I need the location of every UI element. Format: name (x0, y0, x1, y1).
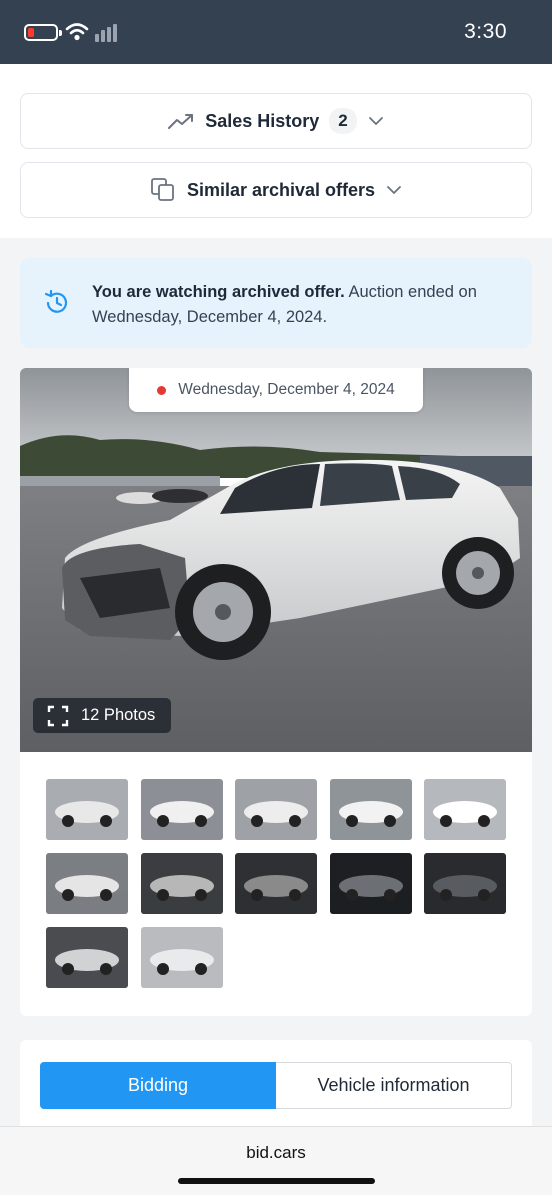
gallery-thumbnail[interactable] (140, 779, 223, 840)
gallery-thumbnail[interactable] (329, 853, 412, 914)
tab-bidding[interactable]: Bidding (40, 1062, 276, 1109)
tab-vehicle-information[interactable]: Vehicle information (276, 1062, 512, 1109)
browser-url: bid.cars (246, 1143, 306, 1162)
battery-icon (24, 24, 62, 41)
similar-offers-label: Similar archival offers (186, 179, 376, 200)
notice-text: You are watching archived offer. Auction… (92, 280, 512, 330)
history-icon (44, 289, 68, 313)
archived-offer-notice: You are watching archived offer. Auction… (20, 258, 532, 348)
gallery-thumbnail[interactable] (329, 779, 412, 840)
fullscreen-icon (47, 705, 69, 726)
auction-ended-dot (157, 385, 167, 395)
browser-url-bar[interactable]: bid.cars (0, 1126, 552, 1195)
sales-history-button[interactable]: Sales History 2 (20, 93, 532, 149)
main-vehicle-photo[interactable]: Wednesday, December 4, 2024 12 Photos (20, 368, 532, 752)
gallery-thumbnail[interactable] (235, 779, 317, 840)
gallery-thumbnail[interactable] (140, 927, 223, 988)
chevron-down-icon (368, 117, 383, 125)
auction-date: Wednesday, December 4, 2024 (178, 381, 395, 398)
signal-icon (95, 24, 117, 42)
gallery-thumbnail[interactable] (235, 853, 317, 914)
gallery-thumbnail[interactable] (140, 853, 223, 914)
home-indicator[interactable] (178, 1178, 375, 1184)
status-bar: 3:30 (0, 0, 552, 64)
gallery-thumbnail[interactable] (424, 853, 506, 914)
status-time: 3:30 (464, 20, 507, 43)
gallery-thumbnail[interactable] (46, 779, 128, 840)
gallery-thumbnail[interactable] (424, 779, 506, 840)
offer-actions-card: Sales History 2 Similar archival offers (0, 64, 552, 238)
gallery-thumbnail[interactable] (46, 853, 128, 914)
photo-gallery-card: Wednesday, December 4, 2024 12 Photos (20, 368, 532, 1016)
vehicle-photo-image (20, 368, 532, 752)
gallery-thumbnail[interactable] (46, 927, 128, 988)
photos-count-label: 12 Photos (81, 706, 156, 724)
chevron-down-icon (387, 186, 401, 194)
similar-offers-button[interactable]: Similar archival offers (20, 162, 532, 218)
copy-icon (151, 178, 174, 201)
auction-date-chip: Wednesday, December 4, 2024 (129, 368, 423, 412)
trending-up-icon (168, 114, 194, 129)
sales-history-count-badge: 2 (329, 108, 357, 134)
wifi-icon (65, 23, 89, 41)
details-tabs-card: Bidding Vehicle information (20, 1040, 532, 1130)
notice-bold-text: You are watching archived offer. (92, 283, 345, 301)
photos-count-button[interactable]: 12 Photos (33, 698, 171, 733)
sales-history-label: Sales History (205, 110, 320, 131)
